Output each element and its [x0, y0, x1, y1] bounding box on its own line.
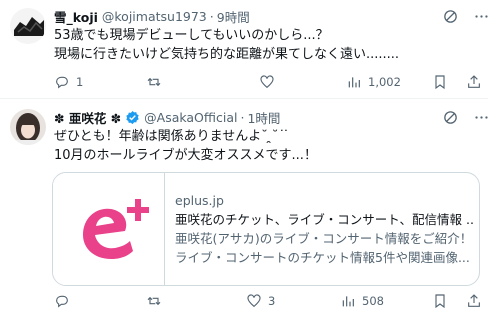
like-icon	[247, 294, 261, 308]
reply-button[interactable]	[54, 293, 76, 309]
author-name[interactable]: ✽ 亜咲花 ✽	[54, 108, 121, 127]
tweet-line: 現場に行きたいけど気持ち的な距離が果てしなく遠い........	[54, 47, 400, 62]
bookmark-button[interactable]	[432, 293, 448, 309]
views-count: 1,002	[368, 75, 401, 89]
card-title: 亜咲花のチケット、ライブ・コンサート、配信情報 ...	[175, 212, 475, 227]
separator-dot: ·	[209, 9, 214, 24]
card-description: 亜咲花(アサカ)のライブ・コンサート情報をご紹介！	[175, 231, 473, 246]
like-count: 3	[268, 294, 276, 308]
avatar-asaka[interactable]	[10, 109, 46, 145]
bookmark-icon	[435, 294, 445, 309]
card-domain: eplus.jp	[175, 193, 224, 208]
author-handle[interactable]: @kojimatsu1973	[102, 9, 207, 24]
more-icon[interactable]	[473, 109, 488, 130]
retweet-icon	[147, 77, 161, 87]
grok-icon[interactable]	[442, 8, 459, 29]
bookmark-icon	[435, 75, 445, 90]
views-button[interactable]: 508	[340, 293, 384, 309]
reply-count: 1	[76, 75, 84, 89]
reply-icon	[56, 76, 68, 89]
share-icon	[468, 75, 480, 88]
timestamp[interactable]: 9時間	[217, 7, 250, 26]
like-icon	[260, 75, 274, 89]
views-count: 508	[362, 294, 384, 308]
avatar-kojimatsu[interactable]	[10, 8, 46, 44]
retweet-button[interactable]	[146, 293, 168, 309]
views-button[interactable]: 1,002	[346, 74, 401, 90]
retweet-button[interactable]	[146, 74, 168, 90]
tweet-line: ぜひとも！年齢は関係ありませんよ˘ ̯˘ ͘ ͘	[54, 129, 287, 144]
author-name[interactable]: 雪_koji	[54, 7, 98, 26]
share-button[interactable]	[466, 74, 482, 90]
card-description: ライブ・コンサートのチケット情報5件や関連画像...	[175, 250, 470, 265]
share-icon	[468, 294, 480, 307]
bookmark-button[interactable]	[432, 74, 448, 90]
author-handle[interactable]: @AsakaOfficial	[144, 110, 237, 125]
retweet-icon	[147, 296, 161, 306]
separator-dot: ·	[240, 110, 245, 125]
more-icon[interactable]	[473, 8, 488, 29]
grok-icon[interactable]	[442, 109, 459, 130]
share-button[interactable]	[466, 293, 482, 309]
views-icon	[348, 77, 360, 88]
tweet-text: 53歳でも現場デビューしてもいいのかしら...？ 現場に行きたいけど気持ち的な距…	[54, 26, 399, 64]
eplus-logo	[53, 173, 165, 285]
tweet-text: ぜひとも！年齢は関係ありませんよ˘ ̯˘ ͘ ͘ 10月のホールライブが大変オス…	[54, 127, 317, 165]
tweet-line: 10月のホールライブが大変オススメです...！	[54, 148, 317, 163]
reply-icon	[56, 295, 68, 308]
link-card[interactable]: eplus.jp 亜咲花のチケット、ライブ・コンサート、配信情報 ... 亜咲花…	[52, 172, 480, 286]
verified-icon	[125, 110, 140, 125]
timestamp[interactable]: 1時間	[247, 108, 280, 127]
tweet-kojimatsu[interactable]: 雪_koji @kojimatsu1973 · 9時間 53歳でも現場デビューし…	[0, 0, 488, 96]
like-button[interactable]	[259, 74, 281, 90]
reply-button[interactable]: 1	[54, 74, 83, 90]
views-icon	[342, 296, 354, 307]
like-button[interactable]: 3	[246, 293, 275, 309]
tweet-asaka[interactable]: ✽ 亜咲花 ✽ @AsakaOfficial · 1時間 ぜひとも！年齢は関係あ…	[0, 99, 488, 317]
tweet-line: 53歳でも現場デビューしてもいいのかしら...？	[54, 28, 329, 43]
